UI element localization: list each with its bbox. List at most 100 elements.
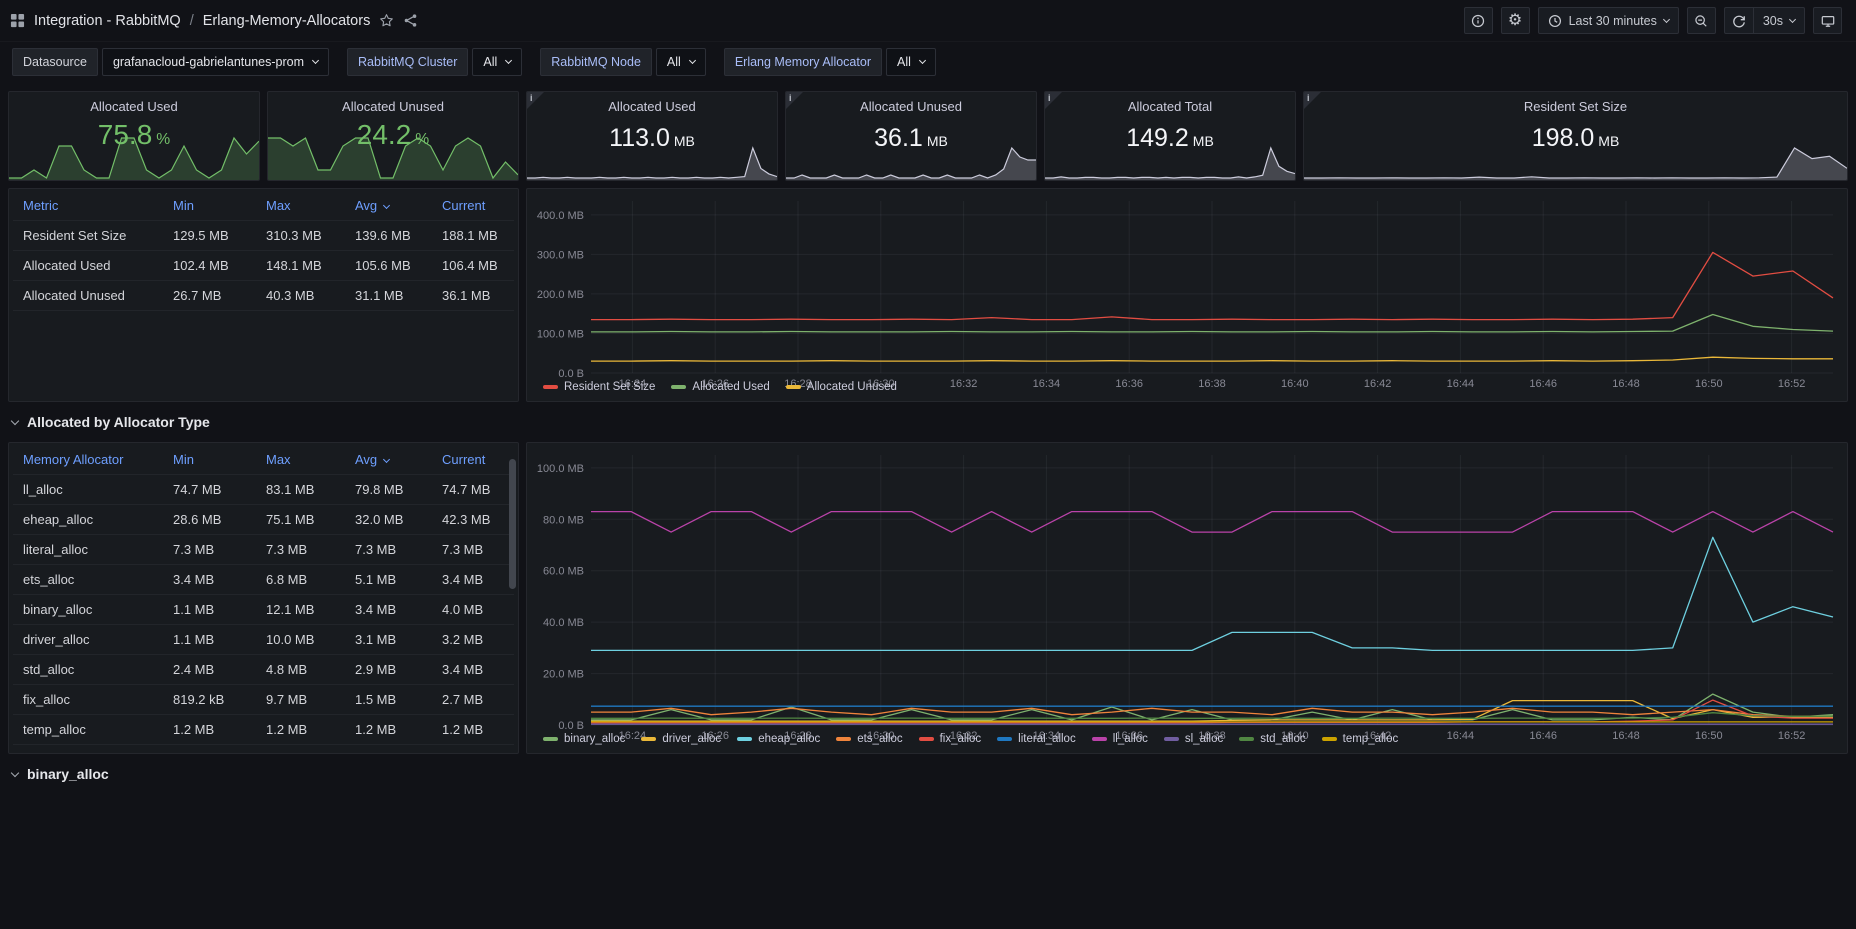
column-header[interactable]: Min (173, 198, 266, 213)
column-header[interactable]: Current (442, 198, 504, 213)
legend-item[interactable]: std_alloc (1239, 733, 1305, 745)
variable-label: RabbitMQ Node (540, 48, 652, 76)
variable-select[interactable]: All (472, 48, 522, 76)
chevron-down-icon (1789, 15, 1796, 22)
legend-item[interactable]: Allocated Used (671, 381, 769, 393)
panel-info-icon[interactable]: i (1304, 92, 1321, 109)
table-cell: 294.9 kB (173, 752, 266, 754)
timeseries-panel-memory: 16:2416:2616:2816:3016:3216:3416:3616:38… (526, 188, 1848, 402)
panel-info-icon[interactable]: i (527, 92, 544, 109)
variable-select[interactable]: grafanacloud-gabrielantunes-prom (102, 48, 329, 76)
column-header[interactable]: Current (442, 452, 504, 467)
table-cell: Allocated Unused (23, 288, 173, 303)
legend-item[interactable]: binary_alloc (543, 733, 625, 745)
column-header[interactable]: Avg (355, 198, 442, 213)
memory-chart-canvas[interactable]: 16:2416:2616:2816:3016:3216:3416:3616:38… (531, 193, 1843, 379)
panel-title[interactable]: Allocated Total (1128, 99, 1212, 114)
apps-grid-icon[interactable] (10, 13, 25, 28)
chevron-down-icon (919, 57, 926, 64)
table-cell: 74.7 MB (173, 482, 266, 497)
stat-unit: MB (674, 133, 695, 149)
legend-item[interactable]: Allocated Unused (786, 381, 897, 393)
table-cell: 106.4 MB (442, 258, 504, 273)
table-cell: 4.8 MB (266, 662, 355, 677)
column-header[interactable]: Metric (23, 198, 173, 213)
table-cell: 3.4 MB (355, 602, 442, 617)
column-header[interactable]: Min (173, 452, 266, 467)
nav-actions: ⚙ Last 30 minutes 30s (1464, 7, 1842, 34)
legend-item[interactable]: literal_alloc (997, 733, 1076, 745)
table-cell: 2.4 MB (173, 662, 266, 677)
table-cell: 7.3 MB (442, 542, 504, 557)
table-panel-allocators: Memory AllocatorMinMaxAvgCurrentll_alloc… (8, 442, 519, 754)
panel-info-icon[interactable]: i (1045, 92, 1062, 109)
panel-title[interactable]: Resident Set Size (1524, 99, 1627, 114)
panel-title[interactable]: Allocated Unused (860, 99, 962, 114)
timeseries-plot[interactable]: 16:2416:2616:2816:3016:3216:3416:3616:38… (531, 193, 1843, 391)
stat-unit: % (415, 131, 429, 149)
table-cell: 6.8 MB (266, 572, 355, 587)
variable-group: Datasourcegrafanacloud-gabrielantunes-pr… (12, 48, 329, 76)
column-header[interactable]: Avg (355, 452, 442, 467)
svg-text:400.0 MB: 400.0 MB (537, 210, 584, 222)
scrollbar-thumb[interactable] (509, 459, 516, 589)
allocator-chart-canvas[interactable]: 16:2416:2616:2816:3016:3216:3416:3616:38… (531, 447, 1843, 731)
share-icon[interactable] (403, 13, 418, 28)
stat-panel-allocated-total: i Allocated Total 149.2MB (1044, 91, 1296, 181)
table-cell: 75.1 MB (266, 512, 355, 527)
dashboard-settings-button[interactable]: ⚙ (1501, 7, 1530, 34)
legend-item[interactable]: Resident Set Size (543, 381, 655, 393)
column-header[interactable]: Memory Allocator (23, 452, 173, 467)
legend-item[interactable]: temp_alloc (1322, 733, 1399, 745)
share-glyph (403, 13, 418, 28)
legend-swatch (641, 737, 656, 741)
legend-swatch (836, 737, 851, 741)
stat-number: 113.0 (609, 124, 670, 153)
refresh-interval-select[interactable]: 30s (1753, 7, 1805, 34)
legend-item[interactable]: ets_alloc (836, 733, 902, 745)
stat-value: 75.8% (98, 119, 170, 151)
time-range-picker[interactable]: Last 30 minutes (1538, 7, 1679, 34)
timeseries-plot[interactable]: 16:2416:2616:2816:3016:3216:3416:3616:38… (531, 447, 1843, 743)
table-cell: sl_alloc (23, 752, 173, 754)
stat-number: 24.2 (357, 119, 412, 151)
variable-select[interactable]: All (886, 48, 936, 76)
stat-number: 36.1 (874, 124, 923, 153)
table-header-row: Memory AllocatorMinMaxAvgCurrent (13, 445, 514, 475)
stat-value: 113.0MB (609, 124, 695, 153)
panel-info-icon[interactable]: i (786, 92, 803, 109)
legend-item[interactable]: ll_alloc (1092, 733, 1148, 745)
breadcrumb-app[interactable]: Integration - RabbitMQ (34, 13, 181, 29)
stat-unit: MB (927, 133, 948, 149)
sort-caret-icon (383, 202, 390, 209)
table-cell: ets_alloc (23, 572, 173, 587)
refresh-button[interactable] (1724, 7, 1753, 34)
stat-value: 24.2% (357, 119, 429, 151)
chevron-down-icon (11, 768, 19, 776)
legend-item[interactable]: driver_alloc (641, 733, 721, 745)
table-cell: 28.6 MB (173, 512, 266, 527)
legend-item[interactable]: sl_alloc (1164, 733, 1223, 745)
table-cell: 3.2 MB (442, 632, 504, 647)
star-icon[interactable] (379, 13, 394, 28)
variable-value: All (483, 55, 497, 69)
panel-title[interactable]: Allocated Unused (342, 99, 444, 114)
row-header-allocated-by-type[interactable]: Allocated by Allocator Type (12, 409, 1848, 435)
chevron-down-icon (312, 57, 319, 64)
row-header-binary-alloc[interactable]: binary_alloc (12, 761, 1848, 787)
variable-select[interactable]: All (656, 48, 706, 76)
time-range-label: Last 30 minutes (1569, 14, 1657, 28)
legend-item[interactable]: eheap_alloc (737, 733, 820, 745)
tv-kiosk-button[interactable] (1813, 7, 1842, 34)
info-circle-button[interactable] (1464, 7, 1493, 34)
table-cell: eheap_alloc (23, 512, 173, 527)
panel-title[interactable]: Allocated Used (90, 99, 177, 114)
column-header[interactable]: Max (266, 452, 355, 467)
column-header[interactable]: Max (266, 198, 355, 213)
svg-text:300.0 MB: 300.0 MB (537, 249, 584, 261)
table-cell: 102.4 MB (173, 258, 266, 273)
legend-item[interactable]: fix_alloc (919, 733, 982, 745)
zoom-out-button[interactable] (1687, 7, 1716, 34)
breadcrumb-page[interactable]: Erlang-Memory-Allocators (203, 13, 371, 29)
panel-title[interactable]: Allocated Used (608, 99, 695, 114)
